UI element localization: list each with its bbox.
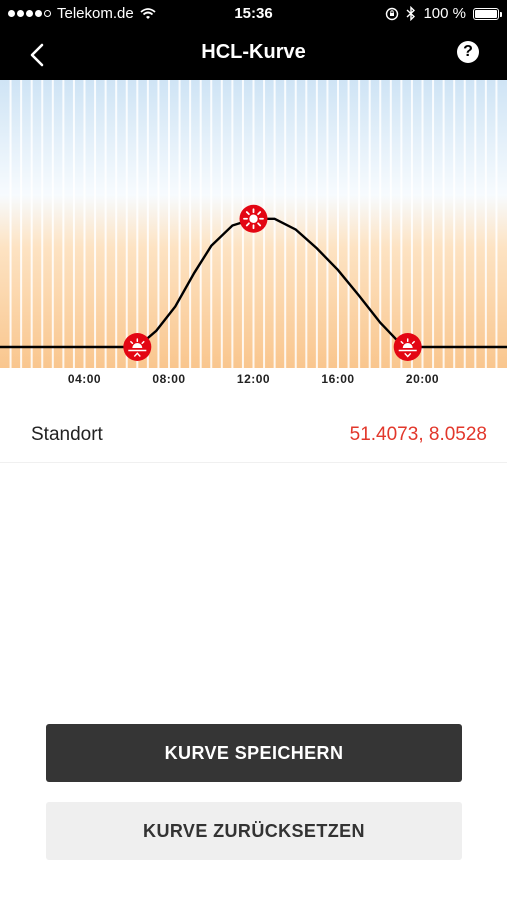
rotation-lock-icon <box>386 7 399 20</box>
page-title: HCL-Kurve <box>201 41 306 63</box>
x-tick-label: 04:00 <box>67 372 102 386</box>
x-tick-label: 12:00 <box>236 372 271 386</box>
location-row[interactable]: Standort 51.4073, 8.0528 <box>0 408 507 463</box>
reset-curve-button[interactable]: KURVE ZURÜCKSETZEN <box>46 802 462 860</box>
nav-bar: HCL-Kurve ? <box>0 28 507 80</box>
sunrise-icon[interactable] <box>123 333 152 361</box>
x-tick-label: 08:00 <box>152 372 186 386</box>
location-value: 51.4073, 8.0528 <box>349 424 487 445</box>
status-bar: Telekom.de 15:36 100 % <box>0 0 507 28</box>
bluetooth-icon <box>406 6 416 21</box>
x-tick-label: 20:00 <box>405 372 440 386</box>
hcl-curve-chart[interactable]: 04:00 08:00 12:00 16:00 20:00 <box>0 80 507 398</box>
battery-label: 100 % <box>423 5 466 22</box>
save-curve-button[interactable]: KURVE SPEICHERN <box>46 724 462 782</box>
location-label: Standort <box>31 424 103 445</box>
help-button[interactable]: ? <box>457 41 479 63</box>
battery-icon <box>473 7 502 20</box>
battery-fill <box>475 9 497 18</box>
x-tick-label: 16:00 <box>321 372 355 386</box>
sun-icon[interactable] <box>239 204 268 233</box>
sunset-icon[interactable] <box>393 333 422 361</box>
chart-svg <box>0 80 507 368</box>
status-bar-right: 100 % <box>385 5 502 22</box>
